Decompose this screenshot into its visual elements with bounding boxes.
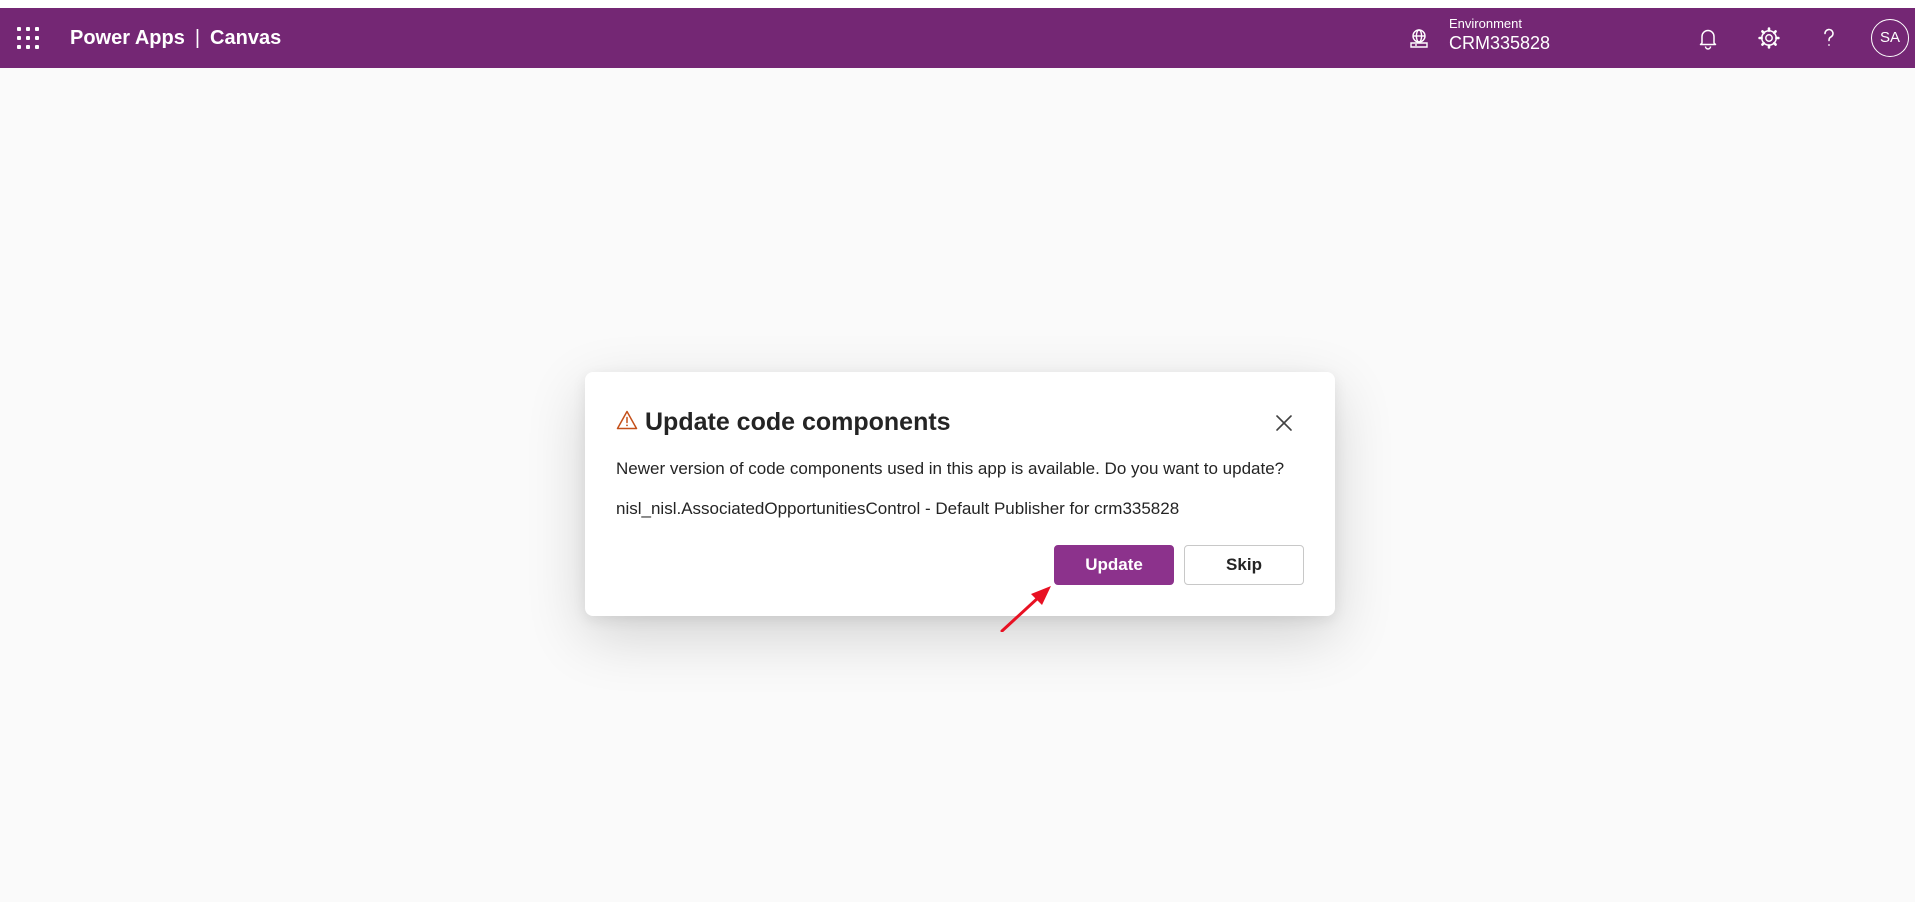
annotation-arrow xyxy=(995,580,1055,633)
dialog-title: Update code components xyxy=(645,408,951,436)
component-name: nisl_nisl.AssociatedOpportunitiesControl… xyxy=(616,499,1180,518)
app-name[interactable]: Power Apps xyxy=(70,27,185,49)
top-strip xyxy=(0,0,1915,8)
gear-icon[interactable] xyxy=(1755,24,1783,52)
app-launcher-icon[interactable] xyxy=(17,27,39,49)
avatar[interactable]: SA xyxy=(1871,19,1909,57)
app-title: Power Apps | Canvas xyxy=(70,26,281,50)
help-icon[interactable] xyxy=(1815,24,1843,52)
title-separator: | xyxy=(194,27,201,49)
update-dialog: Update code components Newer version of … xyxy=(585,372,1335,616)
close-icon[interactable] xyxy=(1272,411,1296,435)
bell-icon[interactable] xyxy=(1694,24,1722,52)
update-button[interactable]: Update xyxy=(1054,545,1174,585)
environment-value: CRM335828 xyxy=(1449,33,1551,53)
dialog-message: Newer version of code components used in… xyxy=(616,459,1285,478)
skip-button[interactable]: Skip xyxy=(1184,545,1304,585)
environment-picker[interactable]: Environment CRM335828 xyxy=(1449,16,1550,54)
environment-icon xyxy=(1408,28,1430,50)
section-name: Canvas xyxy=(210,27,282,49)
app-header: Power Apps | Canvas Environment CRM335828 xyxy=(0,8,1915,68)
warning-icon xyxy=(616,409,638,431)
environment-label: Environment xyxy=(1449,16,1522,31)
